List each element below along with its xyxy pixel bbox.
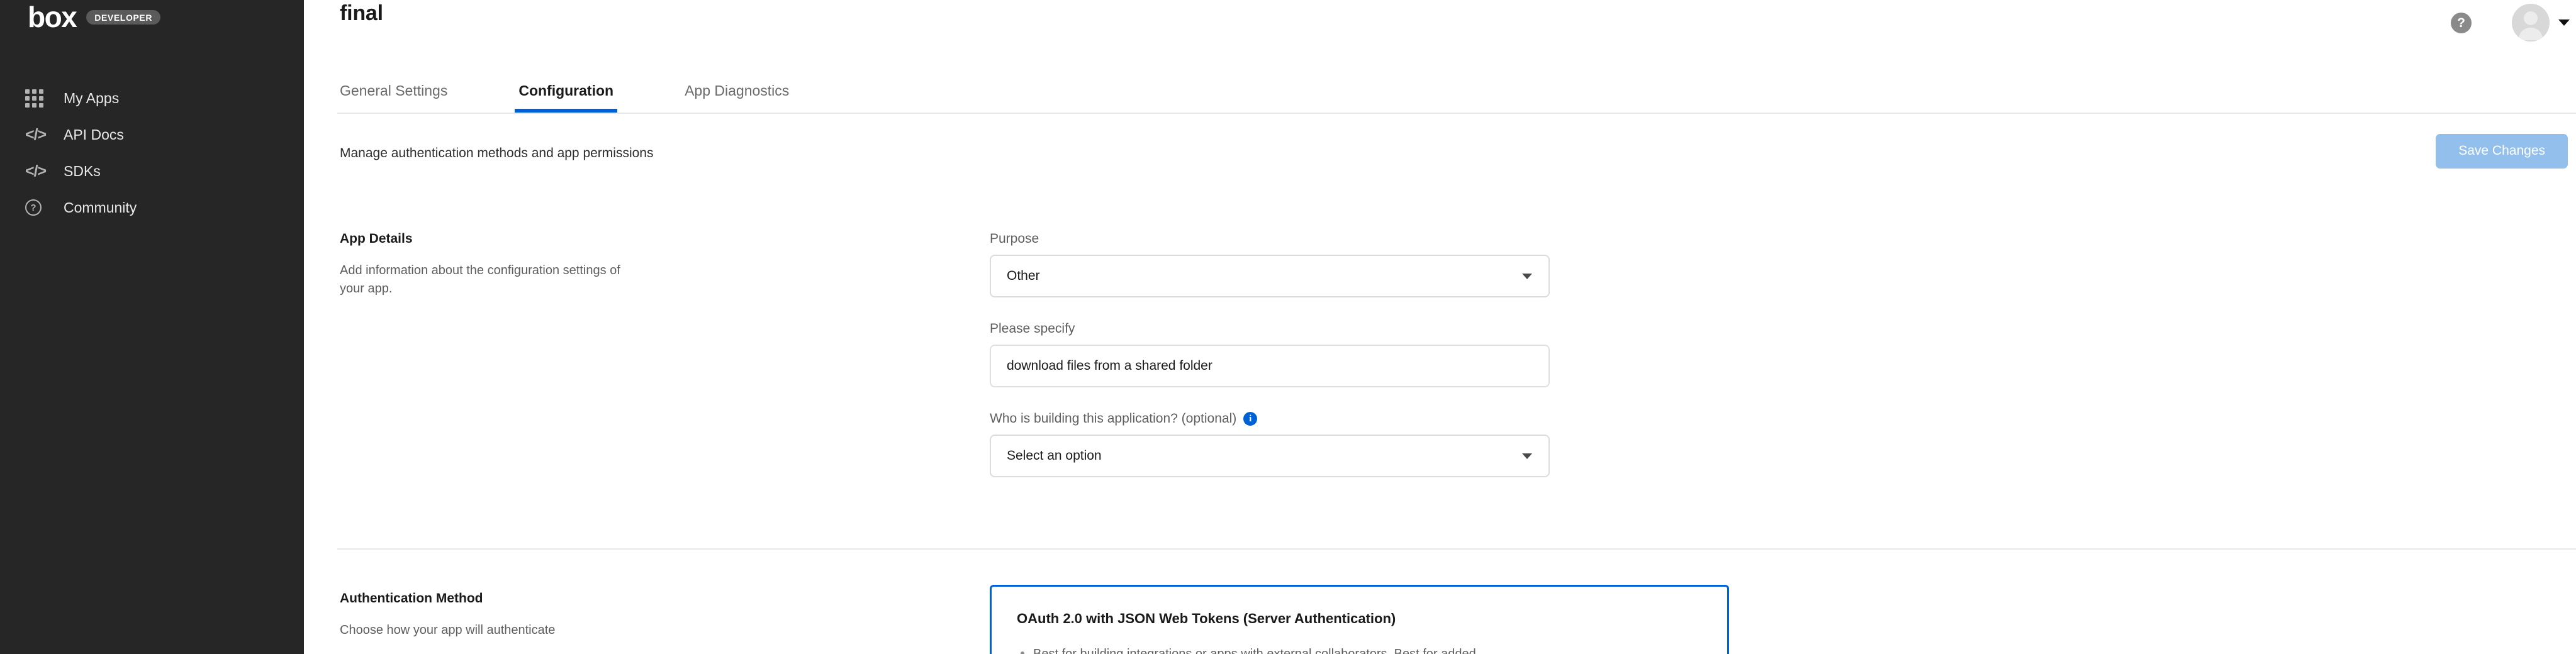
authentication-heading: Authentication Method [340,591,483,606]
tab-configuration[interactable]: Configuration [515,82,617,113]
chevron-down-icon [2558,19,2570,26]
tab-bar: General Settings Configuration App Diagn… [340,68,789,113]
brand[interactable]: box DEVELOPER [28,0,161,34]
sidebar-item-label: API Docs [64,126,124,143]
authentication-description: Choose how your app will authenticate [340,623,556,637]
save-changes-button[interactable]: Save Changes [2436,134,2568,169]
sidebar-nav: My Apps </> API Docs </> SDKs ? Communit… [0,80,304,226]
box-logo: box [28,1,77,33]
info-icon[interactable]: i [1243,412,1258,426]
who-building-select[interactable]: Select an option [990,435,1550,477]
header-actions: ? [2451,4,2570,42]
sidebar: box DEVELOPER My Apps </> API Docs </> S… [0,0,304,654]
purpose-label: Purpose [990,231,1039,246]
tabs-divider [337,113,2576,114]
auth-card-bullets: Best for building integrations or apps w… [1017,645,1702,654]
who-building-label-text: Who is building this application? (optio… [990,411,1237,426]
app-details-form: Purpose Other Please specify download fi… [990,231,1556,477]
main-content: final ? General Settings Configuration A… [304,0,2576,654]
auth-method-card-jwt[interactable]: OAuth 2.0 with JSON Web Tokens (Server A… [990,585,1729,654]
who-building-value: Select an option [1007,448,1102,463]
user-menu[interactable] [2512,4,2570,42]
avatar [2512,4,2550,42]
sidebar-item-label: SDKs [64,162,101,179]
chevron-down-icon [1522,274,1532,279]
tab-app-diagnostics[interactable]: App Diagnostics [685,82,789,113]
sidebar-item-label: Community [64,199,137,216]
sidebar-item-my-apps[interactable]: My Apps [0,80,304,116]
tab-general-settings[interactable]: General Settings [340,82,447,113]
app-details-heading: App Details [340,231,413,246]
code-icon: </> [25,125,47,143]
page-title: final [340,1,383,25]
who-building-field: Who is building this application? (optio… [990,411,1556,477]
purpose-field: Purpose Other [990,231,1556,297]
purpose-select[interactable]: Other [990,255,1550,297]
grid-icon [25,89,53,108]
sidebar-item-label: My Apps [64,89,120,106]
help-icon[interactable]: ? [2451,12,2472,33]
chevron-down-icon [1522,453,1532,459]
sidebar-item-community[interactable]: ? Community [0,189,304,226]
app-details-info: App Details Add information about the co… [340,231,636,298]
authentication-info: Authentication Method Choose how your ap… [340,591,636,640]
sidebar-item-sdks[interactable]: </> SDKs [0,153,304,189]
please-specify-input[interactable]: download files from a shared folder [990,345,1550,387]
app-root: box DEVELOPER My Apps </> API Docs </> S… [0,0,2576,654]
question-circle-icon: ? [25,199,53,216]
section-divider [337,548,2576,550]
developer-badge: DEVELOPER [86,9,161,25]
purpose-value: Other [1007,269,1040,283]
auth-card-title: OAuth 2.0 with JSON Web Tokens (Server A… [1017,611,1396,626]
page-subtitle: Manage authentication methods and app pe… [340,146,654,160]
please-specify-label: Please specify [990,321,1075,336]
auth-card-bullet: Best for building integrations or apps w… [1017,645,1702,654]
app-details-description: Add information about the configuration … [340,263,620,296]
please-specify-field: Please specify download files from a sha… [990,321,1556,387]
code-icon: </> [25,162,47,180]
sidebar-item-api-docs[interactable]: </> API Docs [0,116,304,153]
who-building-label: Who is building this application? (optio… [990,411,1556,426]
